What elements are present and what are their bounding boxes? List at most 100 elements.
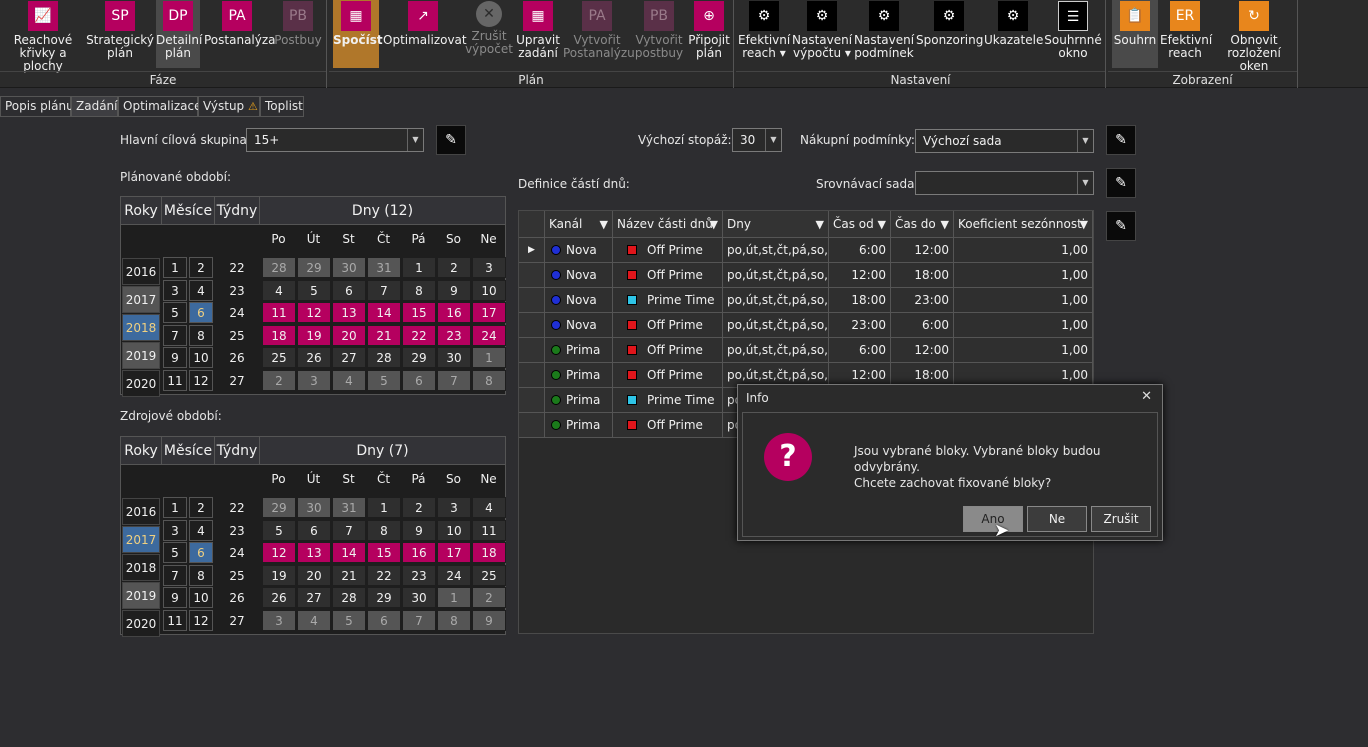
day-cell[interactable]: 2 <box>437 257 471 278</box>
day-cell[interactable]: 30 <box>402 587 436 608</box>
time-from-cell[interactable]: 23:00 <box>829 313 891 338</box>
yes-button[interactable]: Ano <box>963 506 1023 532</box>
row-indicator[interactable] <box>519 338 545 363</box>
day-cell[interactable]: 2 <box>262 369 296 391</box>
days-cell[interactable]: po,út,st,čt,pá,so,ne <box>723 238 829 263</box>
day-cell[interactable]: 13 <box>297 542 331 563</box>
day-cell[interactable]: 30 <box>297 497 331 518</box>
year-cell[interactable]: 2018 <box>122 314 160 341</box>
week-cell[interactable]: 23 <box>217 520 257 542</box>
day-cell[interactable]: 12 <box>297 302 331 323</box>
month-cell[interactable]: 6 <box>189 302 213 323</box>
chevron-down-icon[interactable]: ▼ <box>407 129 423 151</box>
day-cell[interactable]: 7 <box>367 279 401 301</box>
daypart-name-cell[interactable]: Off Prime <box>613 338 723 363</box>
day-cell[interactable]: 1 <box>367 497 401 518</box>
day-cell[interactable]: 4 <box>332 369 366 391</box>
compute-button[interactable]: ▦ Spočíst <box>333 0 383 68</box>
filter-icon[interactable]: ▼ <box>941 211 949 238</box>
footage-combo[interactable]: 30 ▼ <box>732 128 782 152</box>
row-indicator[interactable] <box>519 388 545 413</box>
day-cell[interactable]: 7 <box>332 519 366 541</box>
day-cell[interactable]: 20 <box>332 324 366 346</box>
day-cell[interactable]: 19 <box>262 564 296 586</box>
day-cell[interactable]: 14 <box>332 542 366 563</box>
day-cell[interactable]: 29 <box>402 347 436 368</box>
day-cell[interactable]: 10 <box>437 519 471 541</box>
time-from-cell[interactable]: 6:00 <box>829 238 891 263</box>
day-cell[interactable]: 30 <box>332 257 366 278</box>
month-cell[interactable]: 4 <box>189 519 213 541</box>
tab-plan-description[interactable]: Popis plánu <box>0 96 74 117</box>
seasonality-cell[interactable]: 1,00 <box>954 288 1093 313</box>
month-cell[interactable]: 5 <box>163 542 187 563</box>
day-cell[interactable]: 25 <box>472 564 506 586</box>
day-cell[interactable]: 31 <box>367 257 401 278</box>
row-indicator[interactable] <box>519 363 545 388</box>
month-cell[interactable]: 9 <box>163 347 187 368</box>
month-cell[interactable]: 3 <box>163 519 187 541</box>
day-cell[interactable]: 6 <box>332 279 366 301</box>
row-indicator[interactable]: ▶ <box>519 238 545 263</box>
edit-input-button[interactable]: ▦ Upravit zadání <box>515 0 561 68</box>
month-cell[interactable]: 8 <box>189 324 213 346</box>
time-to-cell[interactable]: 12:00 <box>891 238 954 263</box>
day-cell[interactable]: 3 <box>297 369 331 391</box>
day-cell[interactable]: 25 <box>262 347 296 368</box>
purchase-conditions-combo[interactable]: Výchozí sada ▼ <box>915 129 1094 153</box>
day-cell[interactable]: 11 <box>262 302 296 323</box>
days-cell[interactable]: po,út,st,čt,pá,so,ne <box>723 288 829 313</box>
day-cell[interactable]: 26 <box>297 347 331 368</box>
day-cell[interactable]: 9 <box>472 609 506 631</box>
month-cell[interactable]: 1 <box>163 497 187 518</box>
channel-cell[interactable]: Prima <box>545 363 613 388</box>
day-cell[interactable]: 21 <box>367 324 401 346</box>
filter-icon[interactable]: ▼ <box>1080 211 1088 238</box>
daypart-name-cell[interactable]: Off Prime <box>613 413 723 438</box>
day-cell[interactable]: 24 <box>437 564 471 586</box>
month-cell[interactable]: 1 <box>163 257 187 278</box>
time-to-cell[interactable]: 18:00 <box>891 263 954 288</box>
column-header[interactable]: Čas od ▼ <box>829 211 891 238</box>
day-cell[interactable]: 19 <box>297 324 331 346</box>
day-cell[interactable]: 9 <box>437 279 471 301</box>
channel-cell[interactable]: Prima <box>545 413 613 438</box>
channel-cell[interactable]: Nova <box>545 288 613 313</box>
day-cell[interactable]: 14 <box>367 302 401 323</box>
time-from-cell[interactable]: 18:00 <box>829 288 891 313</box>
day-cell[interactable]: 6 <box>367 609 401 631</box>
days-cell[interactable]: po,út,st,čt,pá,so,ne <box>723 338 829 363</box>
seasonality-cell[interactable]: 1,00 <box>954 338 1093 363</box>
cancel-compute-button[interactable]: ✕ Zrušit výpočet <box>465 0 513 68</box>
close-icon[interactable]: ✕ <box>1141 389 1152 404</box>
daypart-name-cell[interactable]: Off Prime <box>613 313 723 338</box>
time-to-cell[interactable]: 6:00 <box>891 313 954 338</box>
tab-output[interactable]: Výstup ⚠ <box>198 96 260 117</box>
week-cell[interactable]: 23 <box>217 280 257 302</box>
time-from-cell[interactable]: 12:00 <box>829 263 891 288</box>
week-cell[interactable]: 24 <box>217 302 257 324</box>
reach-curves-button[interactable]: 📈 Reachové křivky a plochy <box>6 0 80 73</box>
target-group-combo[interactable]: 15+ ▼ <box>246 128 424 152</box>
day-cell[interactable]: 8 <box>437 609 471 631</box>
day-cell[interactable]: 28 <box>262 257 296 278</box>
conditions-settings-button[interactable]: ⚙ Nastavení podmínek <box>854 0 914 68</box>
month-cell[interactable]: 12 <box>189 369 213 391</box>
channel-cell[interactable]: Prima <box>545 338 613 363</box>
chevron-down-icon[interactable]: ▼ <box>1077 172 1093 194</box>
day-cell[interactable]: 15 <box>402 302 436 323</box>
chevron-down-icon[interactable]: ▼ <box>765 129 781 151</box>
week-cell[interactable]: 26 <box>217 347 257 369</box>
daypart-name-cell[interactable]: Prime Time <box>613 388 723 413</box>
day-cell[interactable]: 27 <box>297 587 331 608</box>
daypart-name-cell[interactable]: Off Prime <box>613 363 723 388</box>
day-cell[interactable]: 4 <box>262 279 296 301</box>
day-cell[interactable]: 5 <box>367 369 401 391</box>
year-cell[interactable]: 2018 <box>122 554 160 581</box>
row-indicator[interactable] <box>519 313 545 338</box>
create-postbuy-button[interactable]: PB Vytvořit postbuy <box>633 0 685 68</box>
day-cell[interactable]: 10 <box>472 279 506 301</box>
day-cell[interactable]: 6 <box>297 519 331 541</box>
day-cell[interactable]: 8 <box>472 369 506 391</box>
day-cell[interactable]: 22 <box>402 324 436 346</box>
